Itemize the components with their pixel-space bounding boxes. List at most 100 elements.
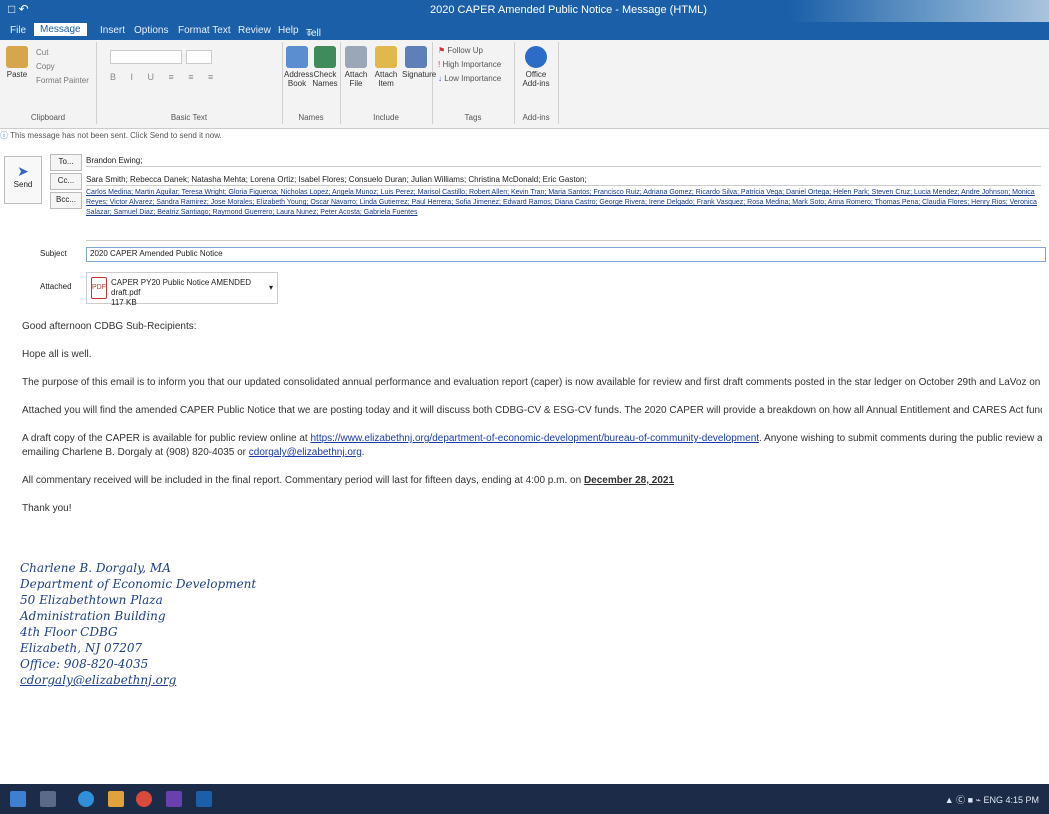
tags-group-label: Tags — [464, 113, 482, 122]
subject-field[interactable]: 2020 CAPER Amended Public Notice — [86, 247, 1046, 262]
flag-icon: ⚑ — [438, 46, 446, 55]
tab-help[interactable]: Help — [278, 25, 299, 36]
copy-button[interactable]: Copy — [36, 62, 55, 71]
paragraph-4-cont: emailing Charlene B. Dorgaly at (908) 82… — [22, 447, 365, 458]
paragraph-4: A draft copy of the CAPER is available f… — [22, 432, 1042, 446]
names-group: Address Book Check Names Names — [282, 42, 341, 124]
envelope-icon — [375, 46, 397, 68]
address-book-label: Address Book — [284, 70, 314, 88]
address-book-icon — [286, 46, 308, 68]
office-addins-button[interactable]: Office Add-ins — [518, 46, 554, 88]
bcc-field[interactable]: Carlos Medina; Martin Aguilar; Teresa Wr… — [86, 188, 1041, 241]
attach-item-button[interactable]: Attach Item — [372, 46, 400, 88]
cc-button[interactable]: Cc... — [50, 173, 82, 190]
high-importance-label: High Importance — [442, 60, 502, 69]
font-size-select[interactable] — [186, 50, 212, 64]
sig-address: 50 Elizabethtown Plaza — [20, 593, 163, 607]
attachment-name: CAPER PY20 Public Notice AMENDED draft.p… — [111, 278, 252, 297]
attach-file-label: Attach File — [344, 70, 368, 88]
paragraph-3: Attached you will find the amended CAPER… — [22, 405, 1042, 416]
tab-insert[interactable]: Insert — [100, 25, 125, 36]
app-icon[interactable] — [166, 791, 182, 807]
bcc-button[interactable]: Bcc... — [50, 192, 82, 209]
format-buttons[interactable]: B I U ≡ ≡ ≡ — [110, 72, 219, 82]
down-arrow-icon: ↓ — [438, 74, 442, 83]
info-bar: ⓘ This message has not been sent. Click … — [0, 130, 1049, 144]
chrome-icon[interactable] — [136, 791, 152, 807]
attachment-size: 117 KB — [111, 298, 137, 307]
file-explorer-icon[interactable] — [108, 791, 124, 807]
paragraph-4-mid: . Anyone wishing to submit comments duri… — [759, 433, 1042, 444]
basic-text-group-label: Basic Text — [170, 113, 208, 122]
signature-block: Charlene B. Dorgaly, MA Department of Ec… — [20, 560, 256, 688]
paragraph-4-end: emailing Charlene B. Dorgaly at (908) 82… — [22, 447, 247, 458]
send-label: Send — [13, 180, 33, 189]
cc-field[interactable]: Sara Smith; Rebecca Danek; Natasha Mehta… — [86, 175, 1041, 186]
subject-label: Subject — [40, 249, 67, 258]
caper-link[interactable]: https://www.elizabethnj.org/department-o… — [310, 433, 759, 444]
sig-office: Office: 908-820-4035 — [20, 657, 149, 671]
send-button[interactable]: ➤ Send — [4, 156, 42, 204]
attach-file-button[interactable]: Attach File — [342, 46, 370, 88]
deadline-date: December 28, 2021 — [583, 475, 675, 486]
greeting: Good afternoon CDBG Sub-Recipients: — [22, 321, 197, 332]
task-view-icon[interactable] — [40, 791, 56, 807]
office-addins-label: Office Add-ins — [522, 70, 550, 88]
system-tray[interactable]: ▲ Ⓒ ■ ⌁ ENG 4:15 PM — [945, 793, 1039, 806]
info-text: This message has not been sent. Click Se… — [10, 131, 222, 140]
taskbar: ▲ Ⓒ ■ ⌁ ENG 4:15 PM — [0, 784, 1049, 814]
email-link[interactable]: cdorgaly@elizabethnj.org — [249, 447, 362, 458]
format-painter-button[interactable]: Format Painter — [36, 76, 89, 85]
edge-icon[interactable] — [78, 791, 94, 807]
pdf-icon: PDF — [91, 277, 107, 299]
windows-start-icon[interactable] — [10, 791, 26, 807]
window-title: 2020 CAPER Amended Public Notice - Messa… — [430, 4, 707, 16]
high-importance-button[interactable]: ! High Importance — [438, 60, 501, 69]
to-button[interactable]: To... — [50, 154, 82, 171]
addin-group-label: Add-ins — [522, 113, 550, 122]
message-body[interactable]: Good afternoon CDBG Sub-Recipients: Hope… — [22, 320, 1042, 530]
addin-group: Office Add-ins Add-ins — [514, 42, 559, 124]
follow-up-button[interactable]: ⚑ Follow Up — [438, 46, 483, 55]
tab-message[interactable]: Message — [34, 23, 87, 36]
basic-text-group: B I U ≡ ≡ ≡ Basic Text — [96, 42, 283, 124]
cut-button[interactable]: Cut — [36, 48, 48, 57]
sig-email[interactable]: cdorgaly@elizabethnj.org — [20, 672, 256, 688]
attachment-chip[interactable]: PDF CAPER PY20 Public Notice AMENDED dra… — [86, 272, 278, 307]
follow-up-label: Follow Up — [447, 46, 483, 55]
send-icon: ➤ — [17, 163, 29, 179]
paste-button[interactable]: Paste — [4, 46, 30, 79]
paragraph-5: All commentary received will be included… — [22, 474, 1042, 488]
to-field[interactable]: Brandon Ewing; — [86, 156, 1041, 167]
exclamation-icon: ! — [438, 60, 441, 69]
address-book-button[interactable]: Address Book — [284, 46, 314, 88]
low-importance-label: Low Importance — [444, 74, 502, 83]
message-header: ➤ Send To... Brandon Ewing; Cc... Sara S… — [0, 146, 1049, 307]
chevron-down-icon[interactable]: ▾ — [269, 283, 273, 292]
check-names-button[interactable]: Check Names — [312, 46, 338, 88]
names-group-label: Names — [298, 113, 324, 122]
sig-building: Administration Building — [20, 609, 166, 623]
info-icon: ⓘ — [0, 131, 8, 140]
low-importance-button[interactable]: ↓ Low Importance — [438, 74, 501, 83]
paragraph-5-text: All commentary received will be included… — [22, 475, 582, 486]
paragraph-1: Hope all is well. — [22, 349, 92, 360]
signature-icon — [405, 46, 427, 68]
tab-format-text[interactable]: Format Text — [178, 25, 231, 36]
thanks: Thank you! — [22, 503, 72, 514]
sig-name: Charlene B. Dorgaly, MA — [20, 561, 171, 575]
tab-options[interactable]: Options — [134, 25, 168, 36]
menu-bar: File Message Insert Options Format Text … — [0, 22, 1049, 105]
outlook-icon[interactable] — [196, 791, 212, 807]
tab-review[interactable]: Review — [238, 25, 271, 36]
attach-item-label: Attach Item — [374, 70, 398, 88]
attached-label: Attached — [40, 282, 72, 291]
check-names-icon — [314, 46, 336, 68]
clipboard-icon — [6, 46, 28, 68]
signature-button[interactable]: Signature — [402, 46, 436, 79]
quick-access-toolbar[interactable]: □ ↶ — [8, 2, 29, 16]
font-name-select[interactable] — [110, 50, 182, 64]
paste-label: Paste — [6, 70, 28, 79]
tags-group: ⚑ Follow Up ! High Importance ↓ Low Impo… — [432, 42, 515, 124]
tab-file[interactable]: File — [10, 25, 26, 36]
